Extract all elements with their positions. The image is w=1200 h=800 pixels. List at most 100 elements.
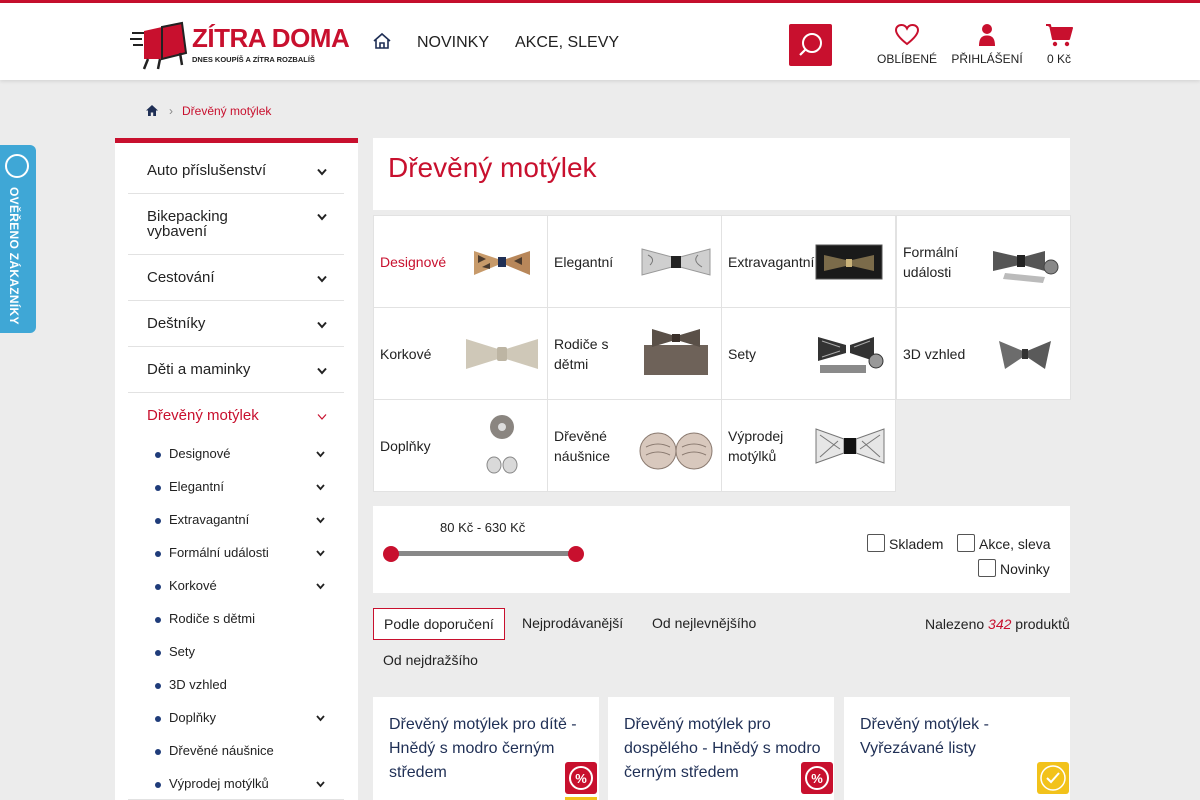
logo-title: ZÍTRA DOMA — [192, 23, 350, 53]
subcategory-label: Dřevěné náušnice — [169, 743, 274, 758]
category-tile-3d-vzhled[interactable]: 3D vzhled — [896, 307, 1071, 400]
chevron-down-icon — [317, 362, 327, 379]
in-stock-checkbox[interactable] — [867, 534, 885, 552]
verified-product-badge-icon — [1037, 762, 1069, 794]
sort-most-expensive[interactable]: Od nejdražšího — [373, 645, 488, 677]
sidebar-item-auto[interactable]: Auto příslušenství — [128, 148, 344, 194]
sidebar-item-label: Bikepacking vybavení — [147, 208, 228, 240]
search-button[interactable] — [789, 24, 832, 66]
bullet-icon — [155, 551, 161, 557]
bowtie-thumbnail — [999, 341, 1051, 369]
cart-icon — [1046, 24, 1073, 47]
nav-akce-slevy[interactable]: AKCE, SLEVY — [515, 34, 619, 52]
subcategory-label: Extravagantní — [169, 512, 250, 527]
subcategory-label: Elegantní — [169, 479, 224, 494]
cart-button[interactable]: 0 Kč — [1043, 23, 1075, 66]
price-slider-min-handle[interactable] — [383, 546, 399, 562]
chevron-down-icon — [316, 446, 325, 461]
breadcrumb-current: Dřevěný motýlek — [182, 104, 272, 118]
subcategory-label: Designové — [169, 446, 231, 461]
subcategory-extravagantni[interactable]: Extravagantní — [155, 512, 335, 532]
page-title: Dřevěný motýlek — [388, 152, 597, 183]
heart-icon — [894, 23, 920, 46]
sidebar-item-deti[interactable]: Děti a maminky — [128, 347, 344, 393]
bowtie-set-thumbnail — [818, 337, 884, 373]
subcategory-sety[interactable]: Sety — [155, 644, 335, 664]
category-tile-label: Doplňky — [380, 437, 431, 454]
sort-bestselling[interactable]: Nejprodávanější — [512, 608, 633, 640]
product-card[interactable]: Dřevěný motýlek pro dítě - Hnědý s modro… — [373, 697, 599, 800]
nav-novinky[interactable]: NOVINKY — [417, 34, 489, 52]
subcategory-formalni[interactable]: Formální události — [155, 545, 335, 565]
in-stock-label: Skladem — [889, 536, 944, 552]
price-slider-max-handle[interactable] — [568, 546, 584, 562]
favorites-button[interactable]: OBLÍBENÉ — [876, 23, 938, 66]
filter-new[interactable]: Novinky — [978, 559, 1058, 579]
sidebar-item-label: Deštníky — [147, 315, 206, 332]
category-tile-vyprodej[interactable]: Výprodej motýlků — [721, 399, 896, 492]
results-count-suffix: produktů — [1015, 616, 1070, 632]
subcategory-designove[interactable]: Designové — [155, 446, 335, 466]
price-range-label: 80 Kč - 630 Kč — [440, 520, 526, 535]
product-name[interactable]: Dřevěný motýlek pro dospělého - Hnědý s … — [624, 713, 824, 785]
category-tile-label: 3D vzhled — [903, 345, 966, 362]
category-tile-elegantni[interactable]: Elegantní — [547, 215, 722, 308]
subcategory-label: Formální události — [169, 545, 269, 560]
category-tile-nausnice[interactable]: Dřevěné náušnice — [547, 399, 722, 492]
filter-in-stock[interactable]: Skladem — [867, 534, 944, 554]
chevron-down-icon — [316, 512, 325, 527]
site-logo[interactable]: ZÍTRA DOMA DNES KOUPÍŠ A ZÍTRA ROZBALÍŠ — [130, 19, 350, 71]
sidebar-item-label: Auto příslušenství — [147, 162, 267, 179]
breadcrumb-home-icon[interactable] — [145, 104, 159, 117]
category-tile-doplnky[interactable]: Doplňky — [373, 399, 548, 492]
category-tile-sety[interactable]: Sety — [721, 307, 896, 400]
bullet-icon — [155, 584, 161, 590]
subcategory-label: Rodiče s dětmi — [169, 611, 255, 626]
subcategory-label: Výprodej motýlků — [169, 776, 269, 791]
sort-cheapest[interactable]: Od nejlevnějšího — [642, 608, 766, 640]
product-card[interactable]: Dřevěný motýlek pro dospělého - Hnědý s … — [608, 697, 834, 800]
chevron-down-icon — [316, 479, 325, 494]
verified-reviews-tab[interactable]: OVĚŘENO ZÁKAZNÍKY — [0, 145, 36, 333]
sale-checkbox[interactable] — [957, 534, 975, 552]
sidebar-item-cestovani[interactable]: Cestování — [128, 255, 344, 301]
sidebar-item-drevene-motylky[interactable]: Dřevěný motýlek — [128, 393, 344, 439]
category-tile-korkove[interactable]: Korkové — [373, 307, 548, 400]
category-tile-designove[interactable]: Designové — [373, 215, 548, 308]
chevron-down-icon — [316, 776, 325, 791]
category-tile-label: Designové — [380, 253, 447, 270]
bullet-icon — [155, 716, 161, 722]
breadcrumb-separator-icon: › — [169, 104, 173, 118]
subcategory-elegantni[interactable]: Elegantní — [155, 479, 335, 499]
category-tile-label: Výprodej motýlků — [728, 427, 784, 464]
subcategory-doplnky[interactable]: Doplňky — [155, 710, 335, 730]
category-tile-extravagantni[interactable]: Extravagantní — [721, 215, 896, 308]
category-tile-rodice-s-detmi[interactable]: Rodiče s dětmi — [547, 307, 722, 400]
subcategory-rodice-s-detmi[interactable]: Rodiče s dětmi — [155, 611, 335, 631]
filter-sale[interactable]: Akce, sleva — [957, 534, 1057, 554]
subcategory-3d-vzhled[interactable]: 3D vzhled — [155, 677, 335, 697]
subcategory-nausnice[interactable]: Dřevěné náušnice — [155, 743, 335, 763]
new-checkbox[interactable] — [978, 559, 996, 577]
bullet-icon — [155, 485, 161, 491]
bullet-icon — [155, 749, 161, 755]
category-tile-label: Korkové — [380, 345, 432, 362]
sort-recommended[interactable]: Podle doporučení — [373, 608, 505, 640]
product-name[interactable]: Dřevěný motýlek - Vyřezávané listy — [860, 713, 1060, 761]
home-icon[interactable] — [372, 31, 392, 51]
sidebar-item-destniky[interactable]: Deštníky — [128, 301, 344, 347]
bullet-icon — [155, 683, 161, 689]
subcategory-vyprodej[interactable]: Výprodej motýlků — [155, 776, 335, 796]
category-tile-label: Elegantní — [554, 253, 614, 270]
search-icon — [799, 33, 822, 56]
results-count: Nalezeno 342 produktů — [925, 616, 1070, 632]
price-slider-track[interactable] — [391, 551, 576, 556]
bowtie-thumbnail — [474, 251, 530, 275]
bowtie-thumbnail — [641, 248, 711, 276]
login-button[interactable]: PŘIHLÁŠENÍ — [951, 23, 1023, 66]
category-tile-formalni[interactable]: Formální události — [896, 215, 1071, 308]
product-name[interactable]: Dřevěný motýlek pro dítě - Hnědý s modro… — [389, 713, 589, 785]
sidebar-item-bikepacking[interactable]: Bikepacking vybavení — [128, 194, 344, 255]
product-card[interactable]: Dřevěný motýlek - Vyřezávané listy — [844, 697, 1070, 800]
subcategory-korkove[interactable]: Korkové — [155, 578, 335, 598]
